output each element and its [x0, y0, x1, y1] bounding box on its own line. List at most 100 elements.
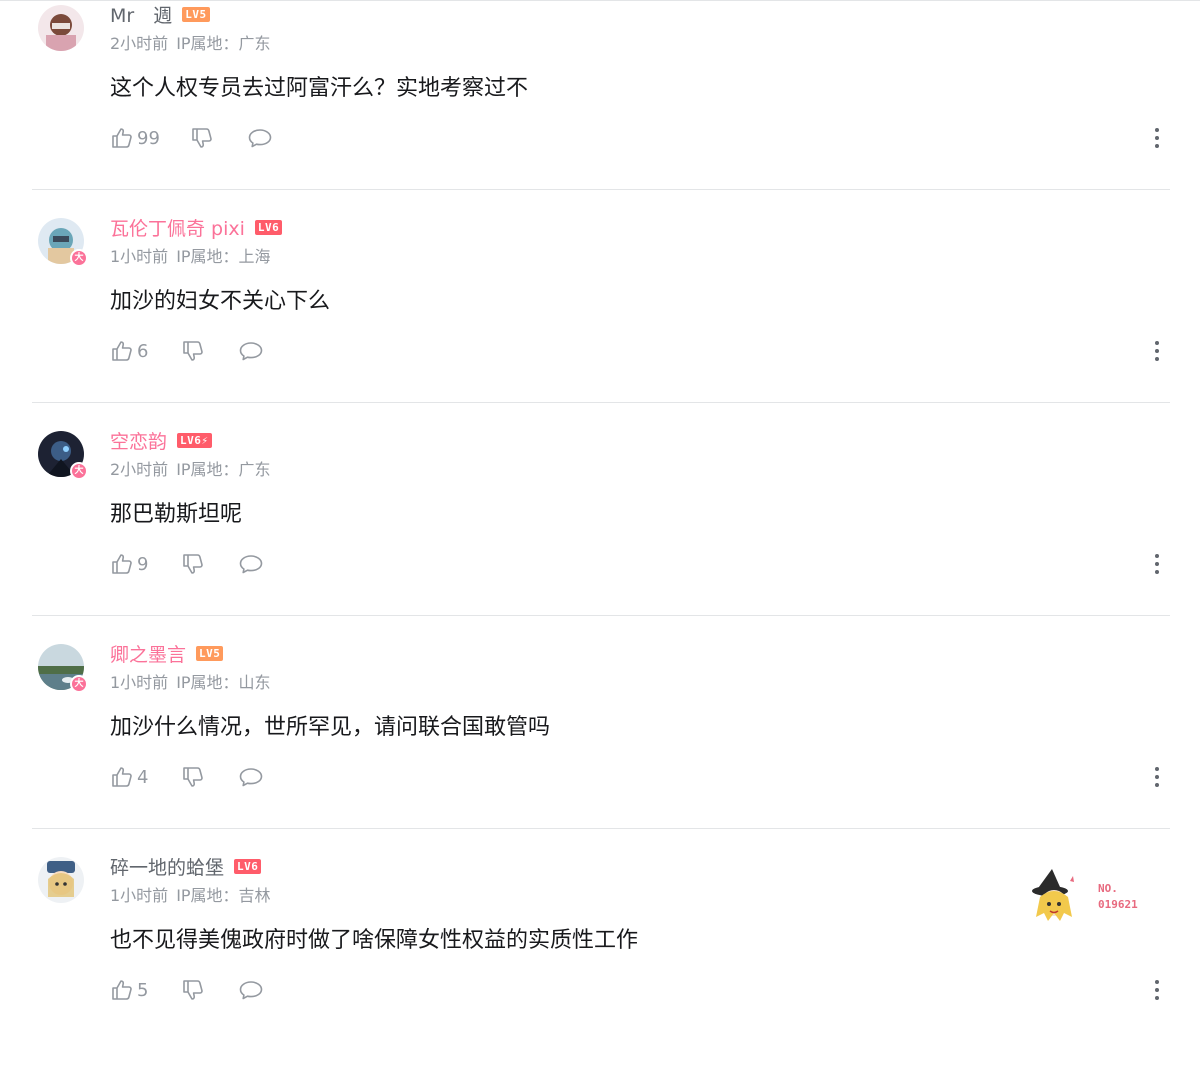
ip-location: IP属地：上海 [176, 247, 271, 266]
vertical-ellipsis-icon [1155, 554, 1159, 574]
thumbs-down-icon [192, 128, 212, 148]
vertical-ellipsis-icon [1155, 128, 1159, 148]
thumbs-up-icon [112, 341, 132, 361]
speech-bubble-icon [240, 342, 263, 361]
reply-button[interactable] [238, 552, 264, 576]
more-button[interactable] [1148, 552, 1166, 576]
divider [32, 828, 1170, 829]
vip-badge: 大 [70, 675, 88, 693]
username-text[interactable]: Mr 週 [110, 5, 172, 27]
vertical-ellipsis-icon [1155, 341, 1159, 361]
comment-actions: 99 [110, 124, 273, 152]
comment-meta: 1小时前 IP属地：上海 [110, 246, 271, 268]
comment-meta: 2小时前 IP属地：广东 [110, 33, 271, 55]
thumbs-down-icon [183, 980, 204, 1000]
speech-bubble-icon [240, 981, 263, 1000]
username-text[interactable]: 空恋韵 [110, 431, 167, 453]
comment-text: 加沙什么情况，世所罕见，请问联合国敢管吗 [110, 715, 551, 740]
thumbs-up-icon [112, 767, 132, 787]
comment-actions: 4 [110, 763, 264, 791]
dislike-button[interactable] [181, 978, 205, 1002]
dislike-button[interactable] [181, 765, 205, 789]
more-button[interactable] [1148, 765, 1166, 789]
comment-text: 那巴勒斯坦呢 [110, 502, 243, 527]
level-badge: LV6 [234, 859, 262, 874]
username[interactable]: 卿之墨言 LV5 [110, 642, 224, 668]
level-badge: LV6⚡ [177, 433, 212, 448]
level-badge: LV6 [254, 220, 283, 235]
ip-location: IP属地：广东 [176, 460, 271, 479]
avatar[interactable] [38, 5, 84, 51]
fan-badge-number: NO. 019621 [1098, 882, 1138, 911]
speech-bubble-icon [248, 129, 272, 148]
more-button[interactable] [1148, 126, 1166, 150]
comment-time: 1小时前 [110, 886, 169, 905]
thumbs-down-icon [183, 341, 204, 361]
thumbs-up-icon [112, 554, 132, 574]
reply-button[interactable] [247, 126, 273, 150]
thumbs-up-icon [112, 128, 132, 148]
like-button[interactable]: 9 [110, 552, 148, 576]
more-button[interactable] [1148, 339, 1166, 363]
comment-actions: 6 [110, 337, 264, 365]
comment-text: 加沙的妇女不关心下么 [110, 289, 331, 314]
comment-meta: 1小时前 IP属地：吉林 [110, 885, 271, 907]
username[interactable]: 碎一地的蛤堡 LV6 [110, 855, 262, 881]
thumbs-down-icon [183, 554, 204, 574]
comment-actions: 5 [110, 976, 264, 1004]
vertical-ellipsis-icon [1155, 767, 1159, 787]
divider [32, 189, 1170, 190]
level-badge: LV5 [182, 7, 210, 22]
comment-actions: 9 [110, 550, 264, 578]
comment-item: 碎一地的蛤堡 LV6 1小时前 IP属地：吉林 NO. 019621 也不见得美傀政… [0, 852, 1200, 1065]
like-button[interactable]: 99 [110, 126, 160, 150]
username[interactable]: Mr 週 LV5 [110, 3, 210, 29]
speech-bubble-icon [240, 555, 263, 574]
comment-time: 1小时前 [110, 673, 169, 692]
lightning-icon: ⚡ [201, 434, 209, 447]
vip-badge: 大 [70, 462, 88, 480]
like-count: 6 [137, 340, 149, 362]
username-text[interactable]: 卿之墨言 [110, 644, 186, 666]
like-button[interactable]: 5 [110, 978, 148, 1002]
like-button[interactable]: 6 [110, 339, 148, 363]
like-count: 99 [137, 127, 160, 149]
dislike-button[interactable] [181, 552, 205, 576]
reply-button[interactable] [238, 765, 264, 789]
comment-meta: 2小时前 IP属地：广东 [110, 459, 271, 481]
comment-time: 1小时前 [110, 247, 169, 266]
username-text[interactable]: 瓦伦丁佩奇 pixi [110, 218, 245, 240]
avatar[interactable] [38, 857, 84, 903]
more-button[interactable] [1148, 978, 1166, 1002]
ip-location: IP属地：吉林 [176, 886, 271, 905]
dislike-button[interactable] [181, 339, 205, 363]
comment-text: 也不见得美傀政府时做了啥保障女性权益的实质性工作 [110, 928, 639, 953]
comment-item: Mr 週 LV5 2小时前 IP属地：广东 这个人权专员去过阿富汗么？实地考察过不 … [0, 0, 1200, 213]
level-text: LV6 [180, 434, 202, 447]
comment-item: 大 瓦伦丁佩奇 pixi LV6 1小时前 IP属地：上海 加沙的妇女不关心下么 6 [0, 213, 1200, 426]
comment-text: 这个人权专员去过阿富汗么？实地考察过不 [110, 76, 529, 101]
speech-bubble-icon [240, 768, 263, 787]
reply-button[interactable] [238, 339, 264, 363]
vip-badge: 大 [70, 249, 88, 267]
comment-time: 2小时前 [110, 460, 169, 479]
like-count: 9 [137, 553, 149, 575]
fan-badge: NO. 019621 [1030, 867, 1150, 927]
ip-location: IP属地：广东 [176, 34, 271, 53]
comment-item: 大 空恋韵 LV6⚡ 2小时前 IP属地：广东 那巴勒斯坦呢 9 [0, 426, 1200, 639]
vertical-ellipsis-icon [1155, 980, 1159, 1000]
divider [32, 402, 1170, 403]
thumbs-down-icon [183, 767, 204, 787]
reply-button[interactable] [238, 978, 264, 1002]
divider [32, 615, 1170, 616]
username[interactable]: 空恋韵 LV6⚡ [110, 429, 212, 455]
comment-item: 大 卿之墨言 LV5 1小时前 IP属地：山东 加沙什么情况，世所罕见，请问联合国敢… [0, 639, 1200, 852]
like-button[interactable]: 4 [110, 765, 148, 789]
level-badge: LV5 [196, 646, 224, 661]
username-text[interactable]: 碎一地的蛤堡 [110, 857, 224, 879]
dislike-button[interactable] [190, 126, 214, 150]
comment-meta: 1小时前 IP属地：山东 [110, 672, 271, 694]
comment-time: 2小时前 [110, 34, 169, 53]
username[interactable]: 瓦伦丁佩奇 pixi LV6 [110, 216, 283, 242]
witch-character-icon [1032, 869, 1074, 921]
